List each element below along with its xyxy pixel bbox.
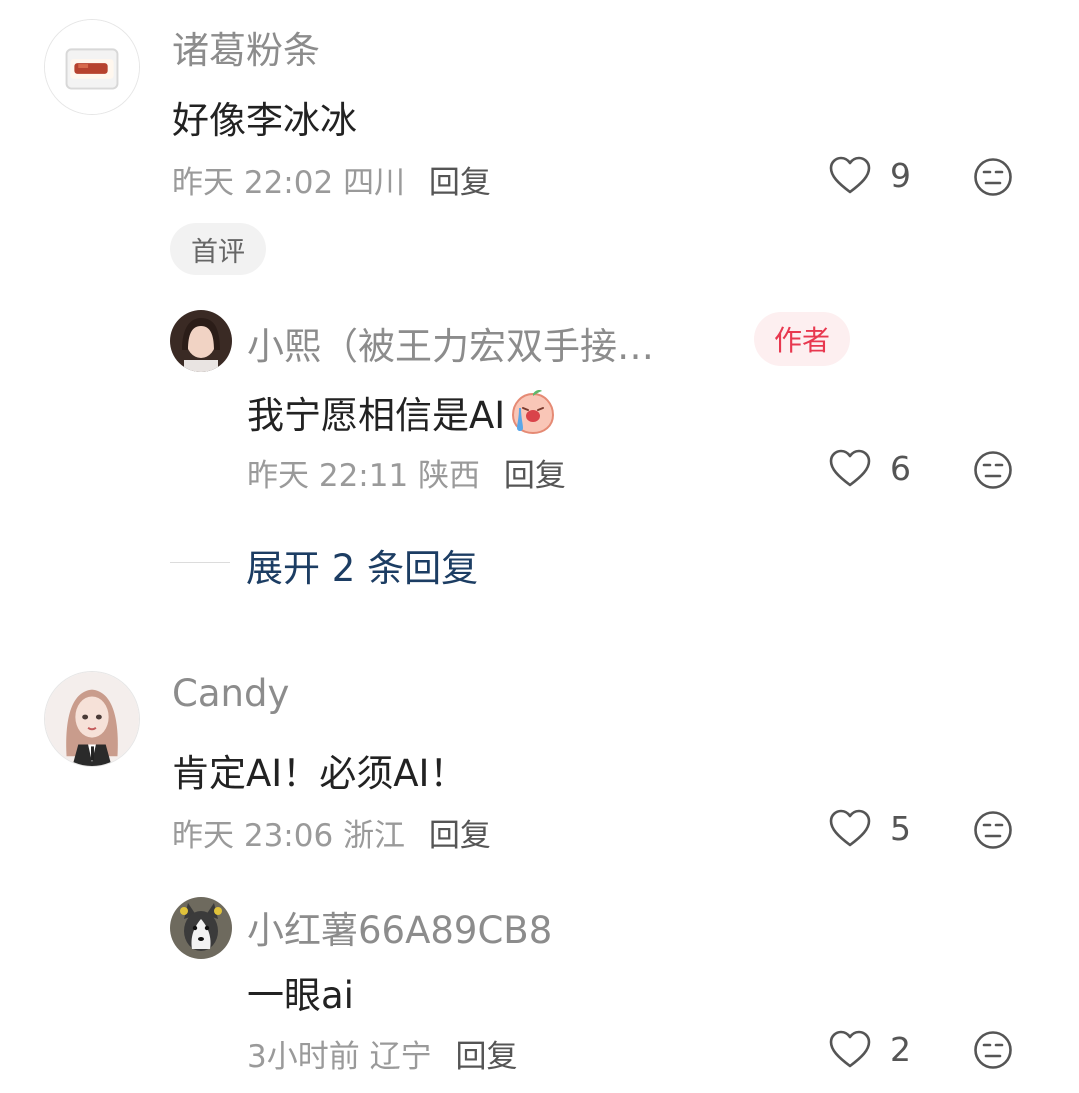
comment-content[interactable]: 肯定AI！必须AI！ — [172, 743, 466, 797]
dislike-face-icon[interactable] — [973, 450, 1013, 490]
avatar-husky-dog[interactable] — [170, 897, 232, 959]
reply-location: 辽宁 — [369, 1039, 432, 1075]
like-count: 9 — [890, 155, 911, 195]
reply-meta: 3小时前 辽宁 回复 — [247, 1031, 517, 1076]
comment-time: 昨天 22:02 — [172, 165, 334, 201]
avatar-food-box[interactable] — [44, 19, 140, 115]
dislike-face-icon[interactable] — [973, 157, 1013, 197]
like-count: 6 — [890, 448, 911, 488]
dislike-face-icon[interactable] — [973, 1030, 1013, 1070]
reply-location: 陕西 — [418, 458, 481, 494]
comment-time: 昨天 23:06 — [172, 818, 334, 854]
reply-button[interactable]: 回复 — [455, 1039, 517, 1075]
reply-meta: 昨天 22:11 陕西 回复 — [247, 450, 566, 495]
comment-username[interactable]: 诸葛粉条 — [172, 20, 320, 74]
heart-icon — [829, 1030, 871, 1068]
reply-content[interactable]: 一眼ai — [247, 965, 354, 1019]
expand-divider — [170, 562, 230, 563]
heart-icon — [829, 156, 871, 194]
like-button[interactable]: 5 — [828, 808, 911, 848]
like-button[interactable]: 6 — [828, 448, 911, 488]
author-badge: 作者 — [754, 312, 850, 366]
reply-time: 3小时前 — [247, 1039, 360, 1075]
comment-username[interactable]: Candy — [172, 672, 289, 715]
comment-location: 四川 — [343, 165, 406, 201]
reply-button[interactable]: 回复 — [429, 165, 491, 201]
comment-content[interactable]: 好像李冰冰 — [172, 90, 357, 144]
avatar-anime-girl[interactable] — [44, 671, 140, 767]
reply-time: 昨天 22:11 — [247, 458, 409, 494]
comment-meta: 昨天 22:02 四川 回复 — [172, 157, 491, 202]
crying-peach-emoji-icon — [512, 390, 555, 435]
reply-content-row[interactable]: 我宁愿相信是AI — [247, 385, 557, 439]
reply-username[interactable]: 小熙（被王力宏双手接… — [247, 316, 654, 370]
heart-icon — [829, 449, 871, 487]
expand-replies-button[interactable]: 展开 2 条回复 — [246, 538, 478, 592]
reply-content: 我宁愿相信是AI — [247, 394, 506, 437]
like-button[interactable]: 2 — [828, 1029, 911, 1069]
avatar-woman-photo[interactable] — [170, 310, 232, 372]
reply-button[interactable]: 回复 — [429, 818, 491, 854]
reply-username[interactable]: 小红薯66A89CB8 — [247, 900, 552, 954]
like-count: 5 — [890, 808, 911, 848]
comment-location: 浙江 — [343, 818, 406, 854]
comment-meta: 昨天 23:06 浙江 回复 — [172, 810, 491, 855]
heart-icon — [829, 809, 871, 847]
first-comment-badge: 首评 — [170, 223, 266, 275]
like-button[interactable]: 9 — [828, 155, 911, 195]
dislike-face-icon[interactable] — [973, 810, 1013, 850]
like-count: 2 — [890, 1029, 911, 1069]
reply-button[interactable]: 回复 — [504, 458, 566, 494]
